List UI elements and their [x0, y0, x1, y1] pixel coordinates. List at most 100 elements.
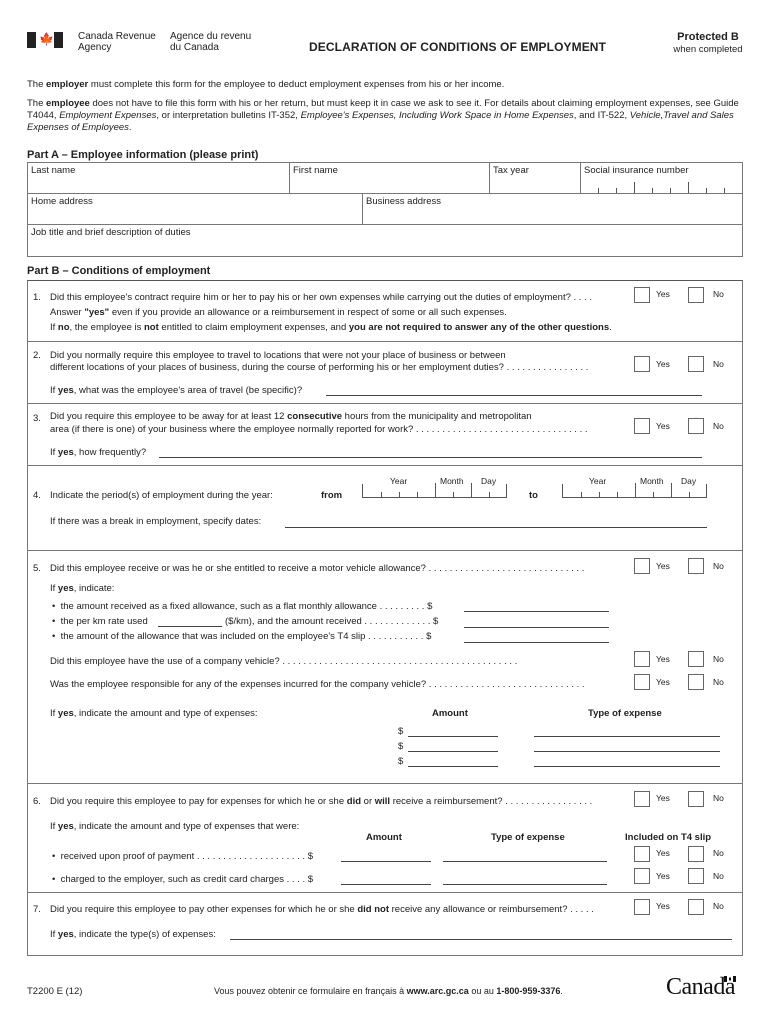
q6-t4-header: Included on T4 slip: [625, 832, 712, 843]
job-title-field[interactable]: Job title and brief description of dutie…: [28, 225, 742, 256]
q1-yes-checkbox[interactable]: [634, 287, 650, 303]
q3-yes-label: Yes: [656, 421, 670, 431]
credit-card-type[interactable]: [443, 884, 607, 885]
q1-no-label: No: [713, 289, 724, 299]
break-dates-input[interactable]: [285, 527, 707, 528]
divider: [27, 403, 743, 404]
q4-break-text: If there was a break in employment, spec…: [50, 516, 262, 527]
q1-number: 1.: [33, 292, 41, 303]
home-address-field[interactable]: Home address: [28, 194, 363, 225]
q2-no-checkbox[interactable]: [688, 356, 704, 372]
dollar-sign: $: [398, 726, 404, 737]
to-date-input[interactable]: [562, 483, 707, 498]
proof-t4-yes-checkbox[interactable]: [634, 846, 650, 862]
q6-no-label: No: [713, 793, 724, 803]
q7-text: Did you require this employee to pay oth…: [50, 904, 594, 915]
responsible-yes-checkbox[interactable]: [634, 674, 650, 690]
part-a-table: Last name First name Tax year Social ins…: [27, 162, 743, 257]
tax-year-field[interactable]: Tax year: [490, 163, 581, 194]
q2-line2: different locations of your places of bu…: [50, 362, 589, 373]
vehicle-expense-type-2[interactable]: [534, 751, 720, 752]
q3-number: 3.: [33, 413, 41, 424]
q5-amount-header: Amount: [432, 708, 468, 719]
q1-text: Did this employee's contract require him…: [50, 292, 592, 303]
q6-yes-checkbox[interactable]: [634, 791, 650, 807]
q6-type-header: Type of expense: [491, 832, 565, 843]
form-title: DECLARATION OF CONDITIONS OF EMPLOYMENT: [309, 40, 607, 54]
q6-yes-label: Yes: [656, 793, 670, 803]
q3-no-checkbox[interactable]: [688, 418, 704, 434]
first-name-field[interactable]: First name: [290, 163, 490, 194]
credit-card-amount[interactable]: [341, 884, 431, 885]
per-km-rate-input[interactable]: [158, 626, 222, 627]
fixed-allowance-input[interactable]: [464, 611, 609, 612]
q6-amount-header: Amount: [366, 832, 402, 843]
business-address-field[interactable]: Business address: [363, 194, 742, 225]
q7-no-checkbox[interactable]: [688, 899, 704, 915]
q3-yes-checkbox[interactable]: [634, 418, 650, 434]
responsible-no-checkbox[interactable]: [688, 674, 704, 690]
q5-bullet2-rest: ($/km), and the amount received . . . . …: [225, 616, 439, 627]
credit-t4-yes-label: Yes: [656, 871, 670, 881]
sin-field[interactable]: Social insurance number: [581, 163, 742, 194]
credit-t4-yes-checkbox[interactable]: [634, 868, 650, 884]
q2-line1: Did you normally require this employee t…: [50, 350, 506, 361]
company-vehicle-text: Did this employee have the use of a comp…: [50, 656, 518, 667]
q5-yes-checkbox[interactable]: [634, 558, 650, 574]
q2-yes-label: Yes: [656, 359, 670, 369]
credit-t4-no-checkbox[interactable]: [688, 868, 704, 884]
q5-bullet1: • the amount received as a fixed allowan…: [52, 601, 433, 612]
proof-payment-type[interactable]: [443, 861, 607, 862]
q3-frequency-input[interactable]: [159, 457, 702, 458]
to-label: to: [529, 490, 538, 501]
q5-no-checkbox[interactable]: [688, 558, 704, 574]
vehicle-expense-type-3[interactable]: [534, 766, 720, 767]
q1-yes-label: Yes: [656, 289, 670, 299]
q3-followup: If yes, how frequently?: [50, 447, 147, 458]
part-b-title: Part B – Conditions of employment: [27, 265, 211, 277]
vehicle-expense-amount-2[interactable]: [408, 751, 498, 752]
form-id: T2200 E (12): [27, 986, 83, 997]
protected-label: Protected B when completed: [661, 31, 755, 56]
q5-no-label: No: [713, 561, 724, 571]
dollar-sign: $: [398, 756, 404, 767]
responsible-expenses-text: Was the employee responsible for any of …: [50, 679, 585, 690]
q5-text: Did this employee receive or was he or s…: [50, 563, 585, 574]
divider: [27, 550, 743, 551]
q1-note-yes: Answer "yes" even if you provide an allo…: [50, 307, 507, 318]
credit-t4-no-label: No: [713, 871, 724, 881]
vehicle-expense-amount-1[interactable]: [408, 736, 498, 737]
company-vehicle-yes-checkbox[interactable]: [634, 651, 650, 667]
canada-flag-icon: 🍁: [27, 32, 63, 48]
q2-yes-checkbox[interactable]: [634, 356, 650, 372]
q3-line2: area (if there is one) of your business …: [50, 424, 588, 435]
vehicle-expense-type-1[interactable]: [534, 736, 720, 737]
proof-payment-amount[interactable]: [341, 861, 431, 862]
company-vehicle-no-label: No: [713, 654, 724, 664]
q4-number: 4.: [33, 490, 41, 501]
q6-no-checkbox[interactable]: [688, 791, 704, 807]
sin-label: Social insurance number: [584, 165, 689, 176]
from-label: from: [321, 490, 343, 501]
canada-wordmark-flag-icon: [723, 976, 736, 982]
q7-number: 7.: [33, 904, 41, 915]
from-date-input[interactable]: [362, 483, 507, 498]
q6-bullet2: • charged to the employer, such as credi…: [52, 874, 314, 885]
last-name-field[interactable]: Last name: [28, 163, 290, 194]
protected-b: Protected B: [677, 31, 739, 43]
agency-name-fr: Agence du revenu du Canada: [170, 31, 251, 53]
km-amount-input[interactable]: [464, 627, 609, 628]
divider: [27, 892, 743, 893]
proof-t4-no-checkbox[interactable]: [688, 846, 704, 862]
canada-wordmark: Canada: [666, 974, 736, 1000]
website-link[interactable]: www.arc.gc.ca: [407, 986, 469, 996]
home-address-label: Home address: [31, 196, 93, 207]
q7-yes-checkbox[interactable]: [634, 899, 650, 915]
business-address-label: Business address: [366, 196, 441, 207]
q7-expense-types-input[interactable]: [230, 939, 732, 940]
vehicle-expense-amount-3[interactable]: [408, 766, 498, 767]
q1-no-checkbox[interactable]: [688, 287, 704, 303]
company-vehicle-no-checkbox[interactable]: [688, 651, 704, 667]
q2-area-input[interactable]: [326, 395, 702, 396]
t4-allowance-input[interactable]: [464, 642, 609, 643]
